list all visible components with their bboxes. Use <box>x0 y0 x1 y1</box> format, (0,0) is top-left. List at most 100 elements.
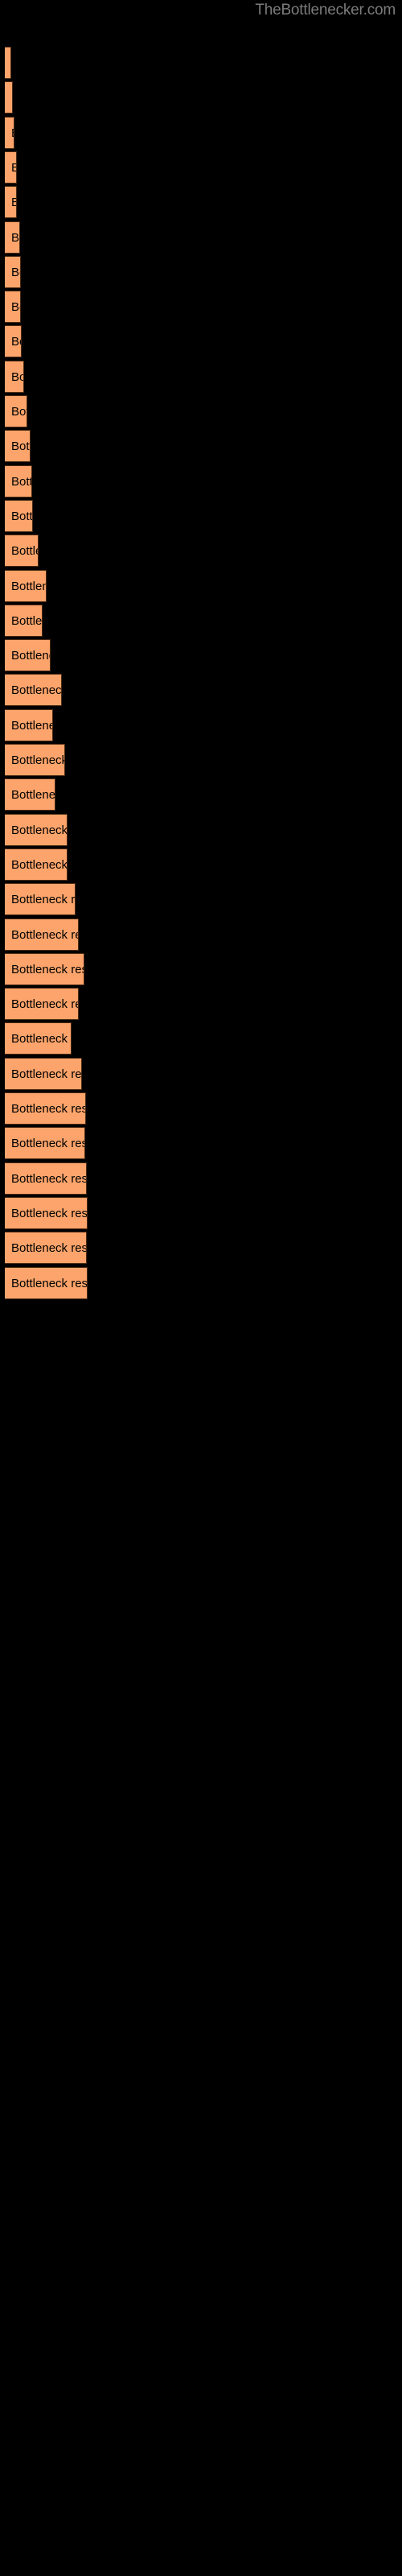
bar-row: Bottleneck result <box>0 395 402 427</box>
bar-row: Bottleneck result <box>0 1162 402 1195</box>
bar-row: Bottleneck result <box>0 500 402 532</box>
bar-row: Bottleneck result <box>0 47 402 79</box>
bar-row: Bottleneck result <box>0 430 402 462</box>
bar-row: Bottleneck result <box>0 1058 402 1090</box>
bar-row: Bottleneck result <box>0 81 402 114</box>
bar-row: Bottleneck result <box>0 953 402 985</box>
bar-label: Bottleneck result <box>11 963 84 976</box>
bar-row: Bottleneck result <box>0 361 402 393</box>
bar: Bottleneck result <box>5 291 21 323</box>
bar-row: Bottleneck result <box>0 605 402 637</box>
bar: Bottleneck result <box>5 1058 82 1090</box>
bar-label: Bottleneck result <box>11 300 20 314</box>
bar: Bottleneck result <box>5 1092 86 1125</box>
bar-label: Bottleneck result <box>11 440 30 453</box>
bar-row: Bottleneck result <box>0 535 402 567</box>
bar: Bottleneck result <box>5 221 20 254</box>
bar-label: Bottleneck result <box>11 152 16 183</box>
bottleneck-bar-chart: Bottleneck result Bottleneck result Bottle… <box>0 0 402 2576</box>
bar: Bottleneck result <box>5 744 65 776</box>
bar-label: Bottleneck result <box>11 580 46 593</box>
bar-label: Bottleneck result <box>11 614 43 628</box>
bar-label: Bottleneck result <box>11 510 33 523</box>
bar: Bottleneck result <box>5 1127 85 1159</box>
bar: Bottleneck result <box>5 1162 87 1195</box>
bar: Bottleneck result <box>5 570 47 602</box>
bar-row: Bottleneck result <box>0 709 402 741</box>
bar-label: Bottleneck result <box>11 1207 88 1220</box>
bar-row: Bottleneck result <box>0 1127 402 1159</box>
bar: Bottleneck result <box>5 361 24 393</box>
bar: Bottleneck result <box>5 674 62 706</box>
bar: Bottleneck result <box>5 117 14 149</box>
bar-row: Bottleneck result <box>0 570 402 602</box>
bar: Bottleneck result <box>5 814 68 846</box>
bar-label: Bottleneck result <box>11 824 68 837</box>
bar-label: Bottleneck result <box>11 1241 87 1255</box>
bar-label: Bottleneck result <box>11 405 27 419</box>
bar-label: Bottleneck result <box>11 231 20 245</box>
bar-label: Bottleneck result <box>11 335 21 349</box>
bar: Bottleneck result <box>5 535 39 567</box>
bar-row: Bottleneck result <box>0 883 402 915</box>
bar-row: Bottleneck result <box>0 186 402 218</box>
bar-row: Bottleneck result <box>0 117 402 149</box>
bar: Bottleneck result <box>5 395 27 427</box>
bar-label: Bottleneck result <box>11 1032 71 1046</box>
bar: Bottleneck result <box>5 883 76 915</box>
bar-label: Bottleneck result <box>11 266 20 279</box>
bar: Bottleneck result <box>5 500 33 532</box>
bar-row: Bottleneck result <box>0 291 402 323</box>
bar-row: Bottleneck result <box>0 674 402 706</box>
bar-row: Bottleneck result <box>0 988 402 1020</box>
bar-label: Bottleneck result <box>11 1172 87 1186</box>
bar-label: Bottleneck result <box>11 858 68 872</box>
bar: Bottleneck result <box>5 186 17 218</box>
bar-label: Bottleneck result <box>11 1137 84 1150</box>
bar-label: Bottleneck result <box>11 544 38 558</box>
bar: Bottleneck result <box>5 47 11 79</box>
bar: Bottleneck result <box>5 256 21 288</box>
bar-row: Bottleneck result <box>0 778 402 811</box>
bar-label: Bottleneck result <box>11 475 31 489</box>
bar: Bottleneck result <box>5 639 51 671</box>
bar-label: Bottleneck result <box>11 928 78 942</box>
bar: Bottleneck result <box>5 1197 88 1229</box>
bar: Bottleneck result <box>5 1232 87 1264</box>
bar-row: Bottleneck result <box>0 1092 402 1125</box>
bar: Bottleneck result <box>5 465 32 497</box>
bar: Bottleneck result <box>5 1267 88 1299</box>
bar-row: Bottleneck result <box>0 1232 402 1264</box>
bar-label: Bottleneck result <box>11 649 50 663</box>
bar-row: Bottleneck result <box>0 744 402 776</box>
bar-label: Bottleneck result <box>11 370 23 384</box>
bar-row: Bottleneck result <box>0 1197 402 1229</box>
bar: Bottleneck result <box>5 81 13 114</box>
bar-row: Bottleneck result <box>0 639 402 671</box>
bar-label: Bottleneck result <box>11 997 78 1011</box>
bar-label: Bottleneck result <box>11 118 14 148</box>
bar: Bottleneck result <box>5 919 79 951</box>
bar-row: Bottleneck result <box>0 256 402 288</box>
bar: Bottleneck result <box>5 709 53 741</box>
bar-label: Bottleneck result <box>11 1277 88 1290</box>
bar-row: Bottleneck result <box>0 151 402 184</box>
bar-row: Bottleneck result <box>0 1022 402 1055</box>
bar: Bottleneck result <box>5 953 84 985</box>
bar-row: Bottleneck result <box>0 221 402 254</box>
bar-label: Bottleneck result <box>11 788 55 802</box>
bar: Bottleneck result <box>5 848 68 881</box>
bar: Bottleneck result <box>5 778 55 811</box>
bar: Bottleneck result <box>5 988 79 1020</box>
bar-label: Bottleneck result <box>11 753 65 767</box>
bar: Bottleneck result <box>5 430 31 462</box>
bar: Bottleneck result <box>5 605 43 637</box>
bar-label: Bottleneck result <box>11 82 12 113</box>
bar-label: Bottleneck result <box>11 187 16 217</box>
bar: Bottleneck result <box>5 1022 72 1055</box>
bar-row: Bottleneck result <box>0 814 402 846</box>
bar-row: Bottleneck result <box>0 1267 402 1299</box>
bar-label: Bottleneck result <box>11 1102 86 1116</box>
bar: Bottleneck result <box>5 151 17 184</box>
bar-row: Bottleneck result <box>0 325 402 357</box>
